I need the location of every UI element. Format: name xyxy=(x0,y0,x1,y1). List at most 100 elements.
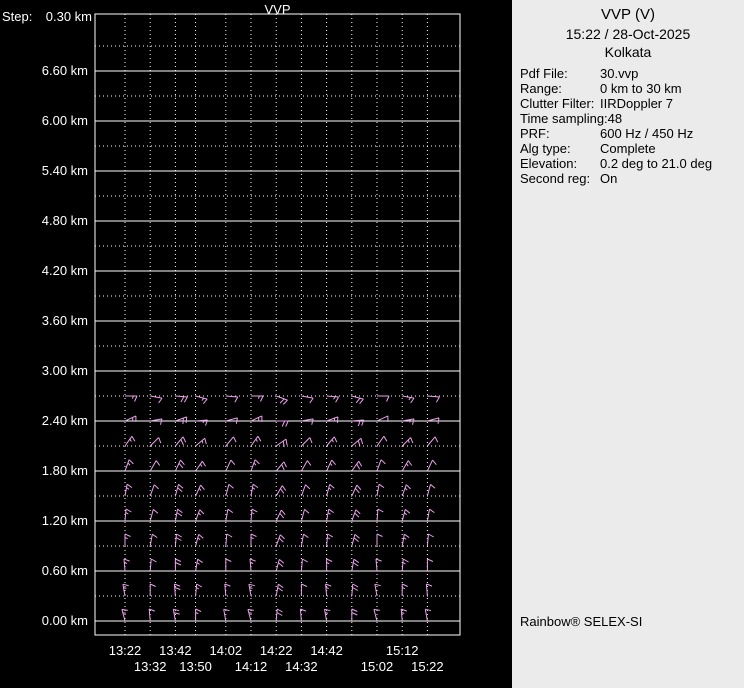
x-axis-label: 15:22 xyxy=(403,659,451,674)
x-axis-label: 14:02 xyxy=(202,643,250,658)
wind-barb xyxy=(301,485,309,496)
wind-barb xyxy=(150,485,158,496)
wind-barb xyxy=(150,584,156,596)
wind-barb xyxy=(301,509,309,521)
panel-field-row: Clutter Filter:IIRDoppler 7 xyxy=(520,96,742,111)
wind-barb xyxy=(248,609,254,621)
wind-barb xyxy=(402,461,412,471)
field-value: 30.vvp xyxy=(600,66,638,81)
y-axis-label: 0.00 km xyxy=(0,613,88,628)
field-label: Alg type: xyxy=(520,141,600,156)
x-axis-label: 15:12 xyxy=(378,643,426,658)
wind-barb xyxy=(352,485,361,496)
wind-barb xyxy=(276,396,287,404)
wind-barb xyxy=(301,461,311,471)
wind-barb xyxy=(251,534,257,546)
wind-barb xyxy=(226,534,232,546)
wind-barb xyxy=(251,396,263,402)
wind-barb xyxy=(125,436,135,446)
x-axis-label: 13:42 xyxy=(151,643,199,658)
wind-barb xyxy=(124,559,130,571)
wind-barb xyxy=(196,609,201,621)
x-axis-label: 15:02 xyxy=(353,659,401,674)
wind-barb xyxy=(226,559,232,571)
field-value: 600 Hz / 450 Hz xyxy=(600,126,693,141)
x-axis-label: 14:42 xyxy=(303,643,351,658)
wind-barb xyxy=(352,461,362,471)
x-axis-label: 13:50 xyxy=(172,659,220,674)
wind-barb xyxy=(301,438,312,447)
wind-barb xyxy=(326,584,332,596)
panel-header: VVP (V) 15:22 / 28-Oct-2025 Kolkata xyxy=(512,0,744,60)
x-axis-label: 14:12 xyxy=(227,659,275,674)
wind-barb xyxy=(150,438,161,447)
panel-field-row: Range:0 km to 30 km xyxy=(520,81,742,96)
field-value: 0.2 deg to 21.0 deg xyxy=(600,156,712,171)
field-label: Range: xyxy=(520,81,600,96)
wind-barb xyxy=(352,396,364,404)
field-label: Elevation: xyxy=(520,156,600,171)
wind-barb xyxy=(251,460,259,471)
wind-barb xyxy=(175,437,185,446)
wind-barb xyxy=(377,396,389,402)
step-row: Step: 0.30 km xyxy=(2,9,92,24)
wind-barb xyxy=(276,462,286,471)
wind-barb xyxy=(226,484,234,496)
wind-barb xyxy=(122,609,128,621)
wind-barb xyxy=(327,396,339,402)
wind-barb xyxy=(196,534,204,546)
wind-barb xyxy=(150,534,157,546)
y-axis-label: 2.40 km xyxy=(0,413,88,428)
wind-barb xyxy=(150,419,162,425)
x-axis-label: 13:22 xyxy=(101,643,149,658)
wind-barb xyxy=(150,461,160,471)
branding: Rainbow® SELEX-SI xyxy=(520,614,642,629)
wind-barb xyxy=(427,460,436,471)
wind-barb xyxy=(276,421,288,427)
wind-barb xyxy=(301,396,313,403)
wind-barb xyxy=(325,609,331,621)
wind-barb xyxy=(301,559,307,571)
panel-fields: Pdf File:30.vvpRange:0 km to 30 kmClutte… xyxy=(520,66,742,186)
wind-barb xyxy=(196,510,204,521)
wind-barb xyxy=(174,584,180,596)
wind-barb xyxy=(226,396,238,402)
wind-barb xyxy=(377,460,385,471)
wind-barb xyxy=(327,460,336,471)
field-label: Pdf File: xyxy=(520,66,600,81)
panel-location: Kolkata xyxy=(512,44,744,60)
wind-barb xyxy=(249,584,255,596)
wind-barb xyxy=(175,509,182,521)
x-axis-label: 13:32 xyxy=(126,659,174,674)
wind-barb xyxy=(377,484,384,496)
plot-canvas xyxy=(0,0,512,688)
panel-field-row: Pdf File:30.vvp xyxy=(520,66,742,81)
field-label: Second reg: xyxy=(520,171,600,186)
wind-barb xyxy=(276,510,285,521)
wind-barb xyxy=(276,439,287,447)
wind-barb xyxy=(175,396,187,402)
y-axis-label: 6.60 km xyxy=(0,63,88,78)
step-label: Step: xyxy=(2,9,32,24)
field-value: 0 km to 30 km xyxy=(600,81,682,96)
y-axis-label: 4.80 km xyxy=(0,213,88,228)
wind-barb xyxy=(402,559,408,571)
x-axis-label: 14:22 xyxy=(252,643,300,658)
y-axis-label: 3.00 km xyxy=(0,363,88,378)
wind-barb xyxy=(175,534,181,546)
panel-field-row: Alg type:Complete xyxy=(520,141,742,156)
wind-barb xyxy=(226,437,236,446)
vvp-window: VVP Step: 0.30 km 6.60 km6.00 km5.40 km4… xyxy=(0,0,744,688)
wind-barb xyxy=(173,609,179,621)
wind-barb xyxy=(301,534,308,546)
wind-barb xyxy=(402,584,408,596)
wind-barb xyxy=(327,417,338,423)
wind-barb xyxy=(150,509,158,521)
wind-barb xyxy=(402,419,414,425)
wind-barb xyxy=(226,509,233,521)
info-panel: VVP (V) 15:22 / 28-Oct-2025 Kolkata Pdf … xyxy=(512,0,744,688)
wind-barb xyxy=(374,609,380,621)
step-value: 0.30 km xyxy=(46,9,92,24)
wind-barb xyxy=(402,438,413,447)
y-axis-label: 4.20 km xyxy=(0,263,88,278)
